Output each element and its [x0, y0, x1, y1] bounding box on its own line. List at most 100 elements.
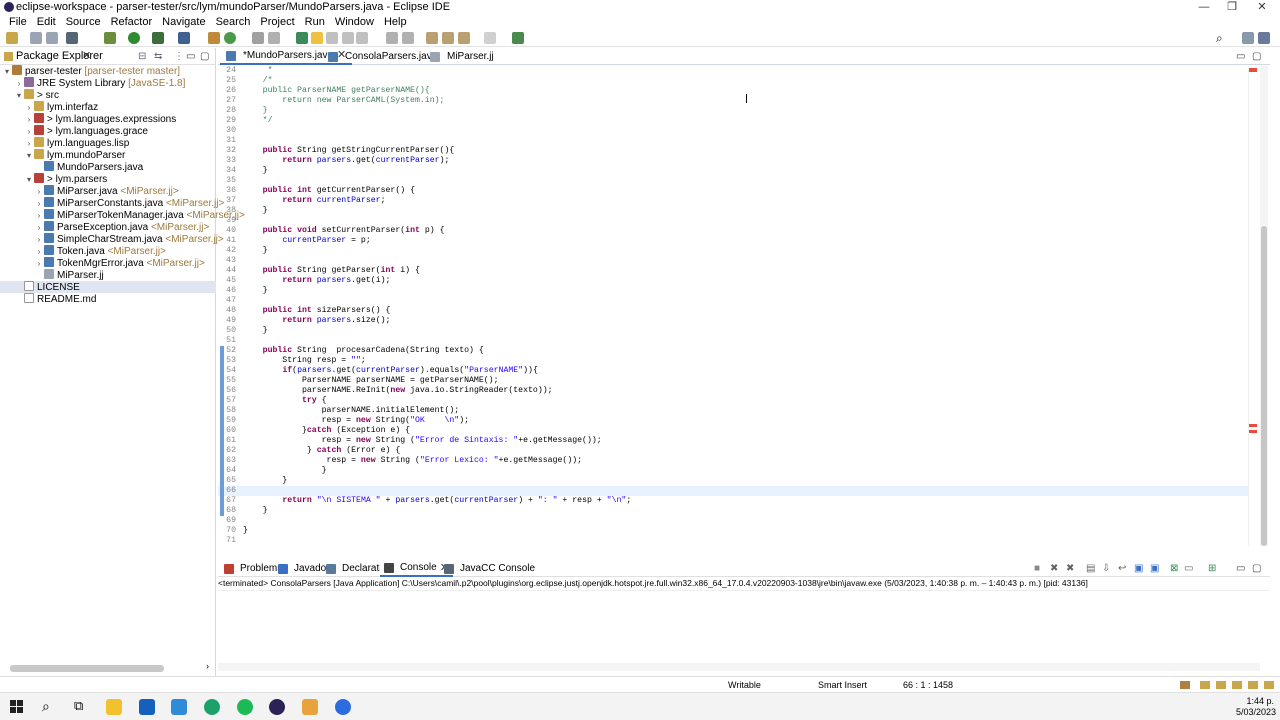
code-line[interactable]: 45 return parsers.get(i);: [218, 276, 1248, 286]
tray-icon[interactable]: [1180, 681, 1190, 689]
code-line[interactable]: 59 resp = new String("OK \n");: [218, 416, 1248, 426]
tray-icon[interactable]: [1264, 681, 1274, 689]
app-icon[interactable]: [302, 699, 318, 715]
windows-start-icon[interactable]: [10, 700, 23, 713]
save-all-icon[interactable]: [46, 32, 58, 44]
code-area[interactable]: 24 * 25 /* 26 public ParserNAME getParserN…: [218, 66, 1248, 546]
tree-item[interactable]: › ParseException.java <MiParser.jj>: [0, 221, 216, 233]
code-line[interactable]: 28 }: [218, 106, 1248, 116]
tray-icon[interactable]: [1200, 681, 1210, 689]
maximize-button[interactable]: ❐: [1216, 0, 1248, 15]
menu-source[interactable]: Source: [61, 15, 106, 30]
tree-item[interactable]: › lym.interfaz: [0, 101, 216, 113]
menu-run[interactable]: Run: [300, 15, 330, 30]
tree-item[interactable]: › lym.languages.lisp: [0, 137, 216, 149]
console-output[interactable]: [218, 590, 1270, 662]
tab-javacc-console[interactable]: JavaCC Console: [440, 561, 539, 577]
tree-item[interactable]: › > lym.languages.grace: [0, 125, 216, 137]
code-line[interactable]: 44 public String getParser(int i) {: [218, 266, 1248, 276]
tray-icon[interactable]: [1248, 681, 1258, 689]
tree-item[interactable]: › Token.java <MiParser.jj>: [0, 245, 216, 257]
scroll-thumb[interactable]: [1261, 226, 1267, 546]
menu-refactor[interactable]: Refactor: [106, 15, 158, 30]
code-line[interactable]: 46 }: [218, 286, 1248, 296]
code-line[interactable]: 53 String resp = "";: [218, 356, 1248, 366]
tree-item[interactable]: ▾ parser-tester [parser-tester master]: [0, 65, 216, 77]
code-line[interactable]: 50 }: [218, 326, 1248, 336]
code-line[interactable]: 38 }: [218, 206, 1248, 216]
file-explorer-icon[interactable]: [106, 699, 122, 715]
code-line[interactable]: 26 public ParserNAME getParserNAME(){: [218, 86, 1248, 96]
maximize-editor-icon[interactable]: ▢: [1252, 48, 1261, 65]
tree-item[interactable]: ▾ lym.mundoParser: [0, 149, 216, 161]
code-line[interactable]: 57 try {: [218, 396, 1248, 406]
close-tab-icon[interactable]: ✕: [82, 48, 91, 65]
pin-editor-icon[interactable]: [512, 32, 524, 44]
code-line[interactable]: 27 return new ParserCAML(System.in);: [218, 96, 1248, 106]
code-line[interactable]: 54 if(parsers.get(currentParser).equals(…: [218, 366, 1248, 376]
toggle-breadcrumb-icon[interactable]: [296, 32, 308, 44]
code-line[interactable]: 48 public int sizeParsers() {: [218, 306, 1248, 316]
insert-mode-status[interactable]: Smart Insert: [818, 677, 867, 693]
code-line[interactable]: 69: [218, 516, 1248, 526]
terminal-icon[interactable]: [66, 32, 78, 44]
eclipse-taskbar-icon[interactable]: [269, 699, 285, 715]
save-icon[interactable]: [30, 32, 42, 44]
coverage-icon[interactable]: [152, 32, 164, 44]
tree-item[interactable]: › SimpleCharStream.java <MiParser.jj>: [0, 233, 224, 245]
scroll-right-icon[interactable]: ›: [206, 661, 209, 671]
code-line[interactable]: 42 }: [218, 246, 1248, 256]
view-menu-icon[interactable]: ⋮: [174, 48, 184, 65]
tree-item[interactable]: README.md: [0, 293, 216, 305]
tree-item-selected[interactable]: LICENSE: [0, 281, 216, 293]
code-line[interactable]: 36 public int getCurrentParser() {: [218, 186, 1248, 196]
tree-item[interactable]: MiParser.jj: [0, 269, 216, 281]
remove-all-icon[interactable]: ✖: [1066, 561, 1074, 577]
code-line[interactable]: 24 *: [218, 66, 1248, 76]
debug-icon[interactable]: [104, 32, 116, 44]
code-line[interactable]: 40 public void setCurrentParser(int p) {: [218, 226, 1248, 236]
code-line[interactable]: 60 }catch (Exception e) {: [218, 426, 1248, 436]
code-line[interactable]: 65 }: [218, 476, 1248, 486]
code-line[interactable]: 66: [218, 486, 1248, 496]
forward-icon[interactable]: [458, 32, 470, 44]
code-line[interactable]: 49 return parsers.size();: [218, 316, 1248, 326]
link-editor-icon[interactable]: ⇆: [154, 48, 162, 65]
open-type-icon[interactable]: [252, 32, 264, 44]
forward-disabled-icon[interactable]: [484, 32, 496, 44]
run-icon[interactable]: [128, 32, 140, 44]
clear-console-icon[interactable]: ▤: [1086, 561, 1095, 577]
tray-icon[interactable]: [1232, 681, 1242, 689]
new-icon[interactable]: [6, 32, 18, 44]
tree-item[interactable]: ▾ > src: [0, 89, 216, 101]
close-window-button[interactable]: ✕: [1246, 0, 1278, 15]
tree-item[interactable]: › JRE System Library [JavaSE-1.8]: [0, 77, 216, 89]
back-icon[interactable]: [442, 32, 454, 44]
code-line[interactable]: 58 parserNAME.initialElement();: [218, 406, 1248, 416]
console-horizontal-scrollbar[interactable]: [218, 663, 1260, 671]
menu-navigate[interactable]: Navigate: [157, 15, 210, 30]
tree-item[interactable]: › MiParserConstants.java <MiParser.jj>: [0, 197, 224, 209]
menu-file[interactable]: File: [4, 15, 32, 30]
overview-ruler[interactable]: [1248, 66, 1260, 546]
vertical-scrollbar[interactable]: [1260, 66, 1268, 546]
code-line[interactable]: 35: [218, 176, 1248, 186]
code-line[interactable]: 41 currentParser = p;: [218, 236, 1248, 246]
code-line[interactable]: 47: [218, 296, 1248, 306]
search-tool-icon[interactable]: [268, 32, 280, 44]
pin-console-icon[interactable]: ⊠: [1170, 561, 1178, 577]
minimize-editor-icon[interactable]: ▭: [1236, 48, 1245, 65]
error-marker[interactable]: [1249, 424, 1257, 427]
menu-help[interactable]: Help: [379, 15, 412, 30]
tray-icon[interactable]: [1216, 681, 1226, 689]
code-line[interactable]: 63 resp = new String ("Error Lexico: "+e…: [218, 456, 1248, 466]
edge-icon[interactable]: [204, 699, 220, 715]
block-selection-icon[interactable]: [326, 32, 338, 44]
code-line[interactable]: 64 }: [218, 466, 1248, 476]
word-wrap-icon[interactable]: ↩: [1118, 561, 1126, 577]
terminate-icon[interactable]: ■: [1034, 561, 1040, 577]
task-view-icon[interactable]: ⧉: [74, 698, 83, 714]
code-line[interactable]: 29 */: [218, 116, 1248, 126]
menu-project[interactable]: Project: [255, 15, 299, 30]
scroll-lock-icon[interactable]: ⇩: [1102, 561, 1110, 577]
